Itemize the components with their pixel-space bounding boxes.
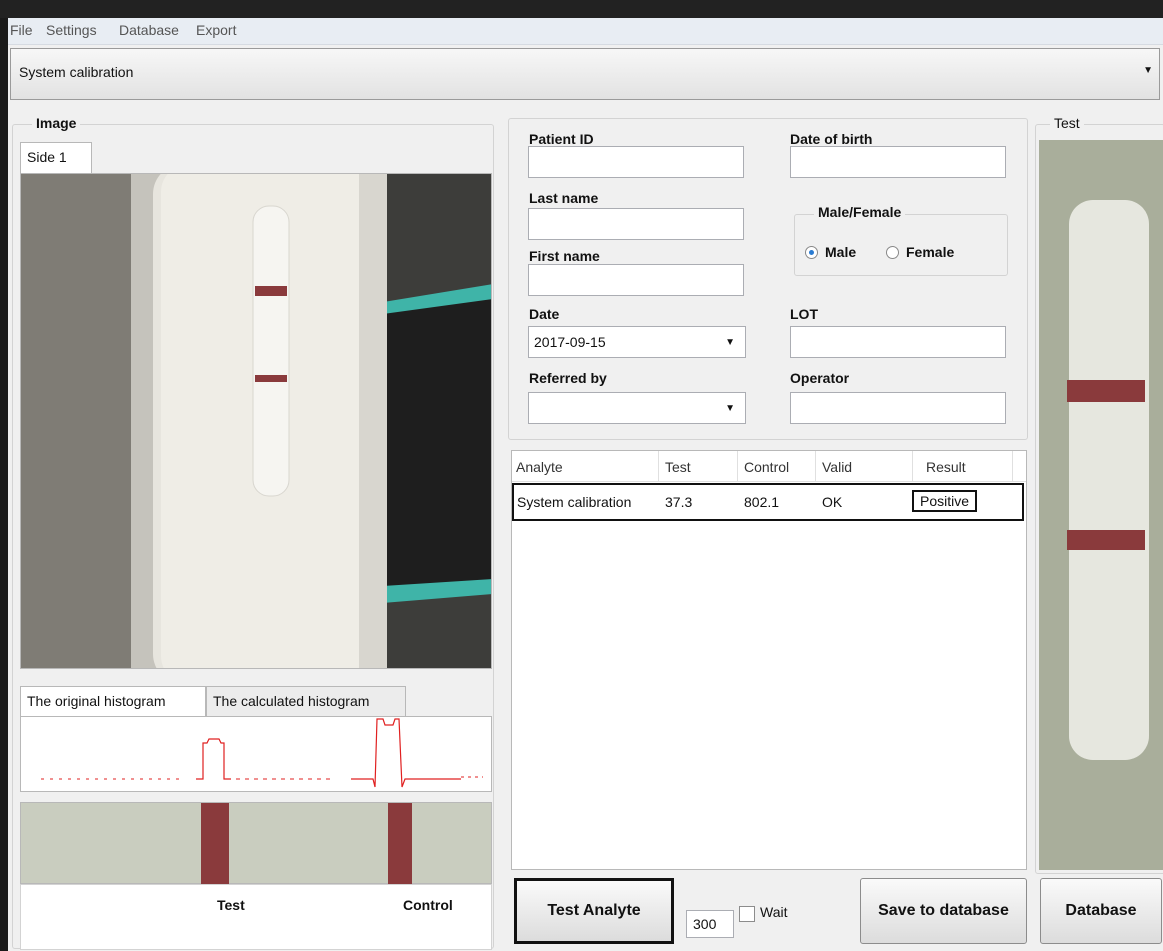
- strip-label-test: Test: [217, 897, 245, 913]
- female-radio[interactable]: [886, 246, 899, 259]
- operator-field[interactable]: [790, 392, 1006, 424]
- wait-label: Wait: [760, 904, 788, 920]
- cell-test: 37.3: [665, 494, 693, 510]
- strip-control-band: [388, 803, 412, 885]
- tab-calculated-histogram[interactable]: The calculated histogram: [206, 686, 406, 718]
- strip-labels-bar: Test Control: [20, 884, 492, 950]
- col-valid[interactable]: Valid: [822, 459, 852, 475]
- results-table: Analyte Test Control Valid Result System…: [511, 450, 1027, 870]
- test-image: [1039, 140, 1163, 870]
- cell-control: 802.1: [744, 494, 780, 510]
- first-name-label: First name: [529, 248, 600, 264]
- tab-original-histogram[interactable]: The original histogram: [20, 686, 206, 718]
- col-test[interactable]: Test: [665, 459, 691, 475]
- control-band: [255, 286, 287, 296]
- cell-analyte: System calibration: [517, 494, 632, 510]
- test-analyte-button[interactable]: Test Analyte: [514, 878, 674, 944]
- date-value: 2017-09-15: [534, 334, 606, 350]
- dob-label: Date of birth: [790, 131, 873, 147]
- chevron-down-icon: ▼: [1143, 65, 1153, 76]
- test-cassette-photo: [21, 174, 491, 668]
- menu-database[interactable]: Database: [119, 22, 179, 38]
- window-top-edge: [0, 0, 1163, 18]
- chevron-down-icon: ▼: [725, 337, 735, 348]
- menu-export[interactable]: Export: [196, 22, 236, 38]
- col-control[interactable]: Control: [744, 459, 789, 475]
- table-row[interactable]: System calibration 37.3 802.1 OK Positiv…: [512, 483, 1024, 521]
- camera-image: [20, 173, 492, 669]
- test-strip-photo: [1039, 140, 1163, 870]
- date-label: Date: [529, 306, 560, 322]
- analyte-selector-value: System calibration: [19, 64, 134, 80]
- test-group-test-band: [1067, 530, 1145, 550]
- last-name-field[interactable]: [528, 208, 744, 240]
- test-group-control-band: [1067, 380, 1145, 402]
- tab-side-1[interactable]: Side 1: [20, 142, 92, 174]
- operator-label: Operator: [790, 370, 850, 386]
- patient-id-label: Patient ID: [529, 131, 594, 147]
- histogram-plot: [41, 718, 483, 788]
- lot-field[interactable]: [790, 326, 1006, 358]
- dob-field[interactable]: [790, 146, 1006, 178]
- date-picker[interactable]: 2017-09-15 ▼: [528, 326, 746, 358]
- first-name-field[interactable]: [528, 264, 744, 296]
- wait-checkbox[interactable]: [739, 906, 755, 922]
- analyte-selector[interactable]: System calibration ▼: [10, 48, 1160, 100]
- menu-settings[interactable]: Settings: [46, 22, 97, 38]
- database-button[interactable]: Database: [1040, 878, 1162, 944]
- table-header: Analyte Test Control Valid Result: [512, 451, 1026, 482]
- strip-test-band: [201, 803, 229, 885]
- test-group-legend: Test: [1050, 115, 1084, 131]
- chevron-down-icon: ▼: [725, 403, 735, 414]
- cell-result: Positive: [912, 490, 978, 512]
- histogram-panel: [20, 716, 492, 792]
- count-value: 300: [693, 916, 717, 932]
- strip-crop: [20, 802, 492, 885]
- app-window: File Settings Database Export System cal…: [8, 18, 1163, 951]
- last-name-label: Last name: [529, 190, 599, 206]
- patient-id-field[interactable]: [528, 146, 744, 178]
- save-to-database-button[interactable]: Save to database: [860, 878, 1027, 944]
- image-group-legend: Image: [32, 115, 81, 131]
- male-label: Male: [825, 244, 857, 260]
- cell-valid: OK: [822, 494, 843, 510]
- strip-label-control: Control: [403, 897, 453, 913]
- female-label: Female: [906, 244, 955, 260]
- referred-by-dropdown[interactable]: ▼: [528, 392, 746, 424]
- gender-group-legend: Male/Female: [814, 204, 906, 220]
- menu-file[interactable]: File: [10, 22, 33, 38]
- col-result[interactable]: Result: [926, 459, 966, 475]
- col-analyte[interactable]: Analyte: [516, 459, 563, 475]
- menu-bar: File Settings Database Export: [8, 18, 1163, 45]
- male-radio[interactable]: [805, 246, 818, 259]
- count-field[interactable]: 300: [686, 910, 734, 938]
- lot-label: LOT: [790, 306, 818, 322]
- test-band: [255, 375, 287, 382]
- referred-by-label: Referred by: [529, 370, 607, 386]
